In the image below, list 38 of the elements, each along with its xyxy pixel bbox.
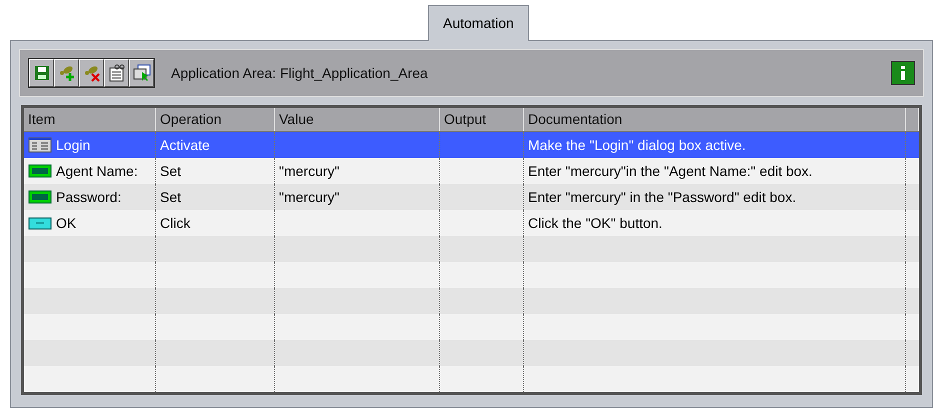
properties-icon <box>108 64 126 82</box>
column-header[interactable]: Operation <box>156 108 275 131</box>
table-cell-text: Login <box>56 136 90 155</box>
application-area-label: Application Area: Flight_Application_Area <box>171 64 428 83</box>
button-icon <box>28 215 52 231</box>
table-cell-text: Enter "mercury"in the "Agent Name:" edit box. <box>528 162 812 181</box>
column-header[interactable]: Output <box>440 108 524 131</box>
toolbar-button[interactable] <box>79 59 104 87</box>
column-header[interactable]: Value <box>275 108 440 131</box>
remove-icon <box>82 64 100 82</box>
table-cell-text: Make the "Login" dialog box active. <box>528 136 746 155</box>
tab[interactable]: Automation <box>428 5 529 41</box>
table-row[interactable]: Login Activate Make the "Login" dialog box active. <box>24 132 919 158</box>
info-button[interactable] <box>891 61 915 85</box>
toolbar-button[interactable] <box>104 59 129 87</box>
table-cell-text: Click <box>160 214 190 232</box>
dialog-icon <box>28 137 52 153</box>
table-cell-text: Activate <box>160 136 210 154</box>
table-cell-text: Enter "mercury" in the "Password" edit box. <box>528 188 796 207</box>
table-cell-text: OK <box>56 214 76 232</box>
select-object-icon <box>132 64 150 82</box>
toolbar-button[interactable] <box>129 59 154 87</box>
toolbar-button[interactable] <box>29 59 54 87</box>
table-cell-text: Agent Name: <box>56 162 138 181</box>
table-cell-text: "mercury" <box>279 162 340 181</box>
column-header[interactable]: Documentation <box>524 108 906 131</box>
table-cell-text: Set <box>160 162 182 180</box>
info-icon <box>899 66 907 80</box>
text-field-icon <box>28 163 52 179</box>
table-cell-text: Click the "OK" button. <box>528 214 662 232</box>
toolbar-button[interactable] <box>54 59 79 87</box>
table-row[interactable]: Password: Set "mercury" Enter "mercury" in the "Password" edit box. <box>24 184 919 210</box>
table-cell-text: Password: <box>56 188 122 206</box>
table-cell-text: "mercury" <box>279 188 340 207</box>
table-cell-text: Set <box>160 188 182 206</box>
text-field-icon <box>28 189 52 205</box>
column-header[interactable]: Item <box>24 108 156 131</box>
add-icon <box>58 64 76 82</box>
